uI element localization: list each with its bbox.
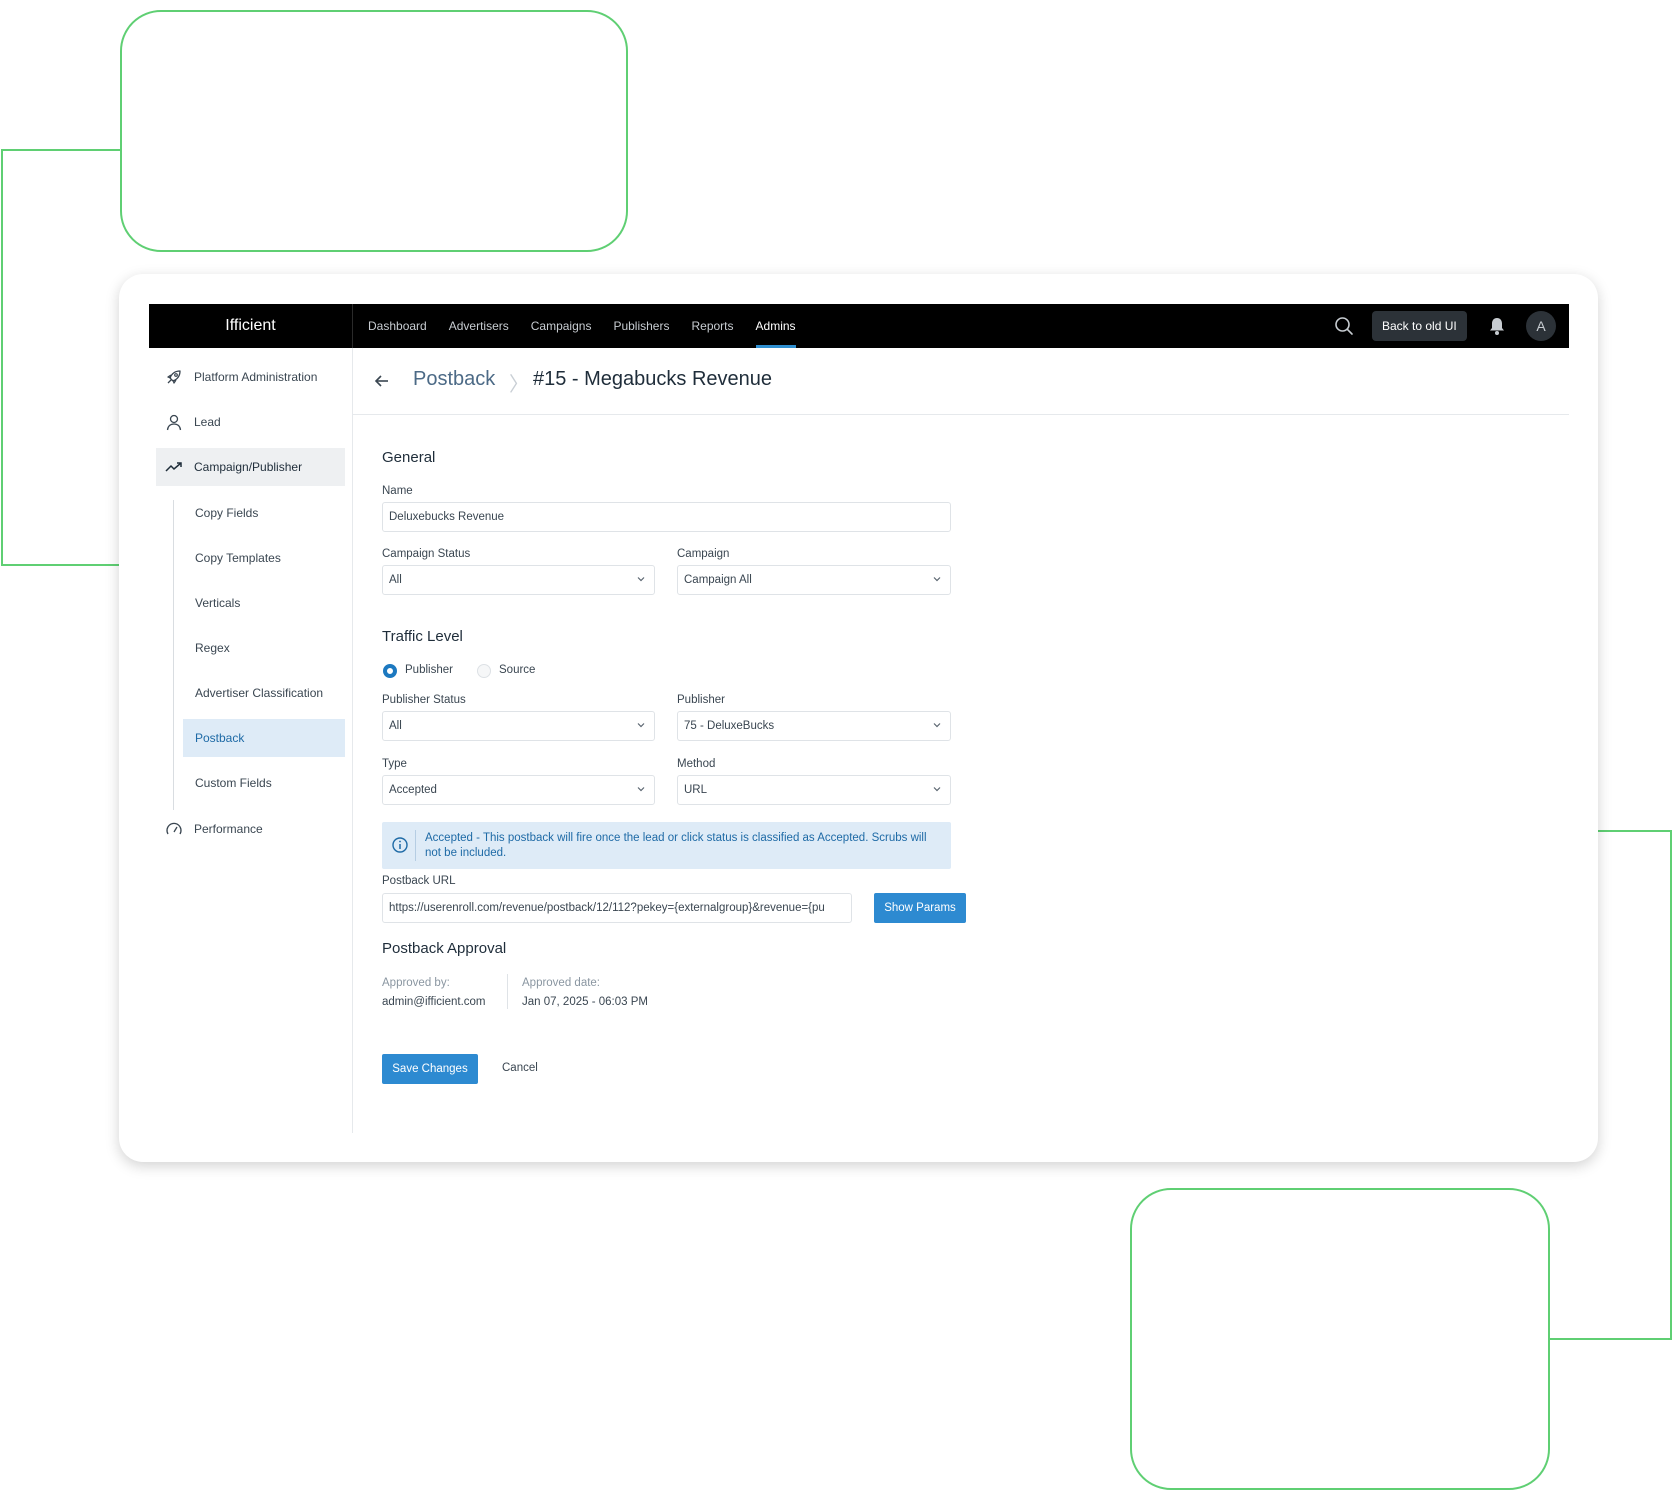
main-nav: Dashboard Advertisers Campaigns Publishe… <box>368 304 818 348</box>
select-value: Campaign All <box>684 574 752 586</box>
sidebar: Platform Administration Lead Campaign/Pu… <box>149 348 353 1133</box>
select-value: All <box>389 574 402 586</box>
info-icon <box>392 837 408 853</box>
nav-dashboard[interactable]: Dashboard <box>368 304 427 348</box>
approval-divider <box>507 974 508 1009</box>
sidebar-item-platform-administration[interactable]: Platform Administration <box>156 358 345 396</box>
approved-date-label: Approved date: <box>522 977 601 989</box>
chevron-down-icon <box>637 723 645 728</box>
info-alert: Accepted - This postback will fire once … <box>382 822 951 869</box>
brand-divider <box>352 304 353 348</box>
submenu-guide-line <box>173 500 174 810</box>
approved-by-value: admin@ifficient.com <box>382 996 486 1008</box>
sidebar-subitem-copy-templates[interactable]: Copy Templates <box>183 539 345 577</box>
gauge-icon <box>164 819 184 839</box>
radio-publisher-label[interactable]: Publisher <box>405 664 453 676</box>
sidebar-item-performance[interactable]: Performance <box>156 810 345 848</box>
sidebar-subitem-advertiser-classification[interactable]: Advertiser Classification <box>183 674 345 712</box>
sidebar-subitem-regex[interactable]: Regex <box>183 629 345 667</box>
publisher-status-label: Publisher Status <box>382 694 466 706</box>
top-navbar: Ifficient Dashboard Advertisers Campaign… <box>149 304 1569 348</box>
select-value: URL <box>684 784 708 796</box>
radio-source[interactable] <box>477 664 491 678</box>
bell-icon[interactable] <box>1488 316 1506 336</box>
sidebar-subitem-custom-fields[interactable]: Custom Fields <box>183 764 345 802</box>
sidebar-subitem-copy-fields[interactable]: Copy Fields <box>183 494 345 532</box>
campaign-label: Campaign <box>677 548 730 560</box>
show-params-button[interactable]: Show Params <box>874 893 966 923</box>
save-changes-button[interactable]: Save Changes <box>382 1054 478 1084</box>
arrow-left-icon[interactable] <box>373 372 391 390</box>
select-value: 75 - DeluxeBucks <box>684 720 775 732</box>
sidebar-subitem-verticals[interactable]: Verticals <box>183 584 345 622</box>
rocket-icon <box>164 367 184 387</box>
chevron-down-icon <box>933 787 941 792</box>
page-header: Postback 〉 #15 - Megabucks Revenue <box>353 348 1569 415</box>
select-value: All <box>389 720 402 732</box>
type-label: Type <box>382 758 407 770</box>
back-to-old-ui-button[interactable]: Back to old UI <box>1372 311 1467 341</box>
method-label: Method <box>677 758 716 770</box>
nav-admins[interactable]: Admins <box>755 304 796 348</box>
sidebar-item-label: Lead <box>194 415 221 429</box>
name-input[interactable]: Deluxebucks Revenue <box>382 502 951 532</box>
info-text: Accepted - This postback will fire once … <box>425 832 927 859</box>
publisher-status-select[interactable]: All <box>382 711 655 741</box>
chevron-down-icon <box>637 787 645 792</box>
cancel-button[interactable]: Cancel <box>502 1062 538 1074</box>
info-divider <box>415 830 416 861</box>
sidebar-item-label: Campaign/Publisher <box>194 460 303 474</box>
nav-publishers[interactable]: Publishers <box>613 304 669 348</box>
avatar[interactable]: A <box>1526 311 1556 341</box>
nav-campaigns[interactable]: Campaigns <box>531 304 592 348</box>
sidebar-item-campaign-publisher[interactable]: Campaign/Publisher <box>156 448 345 486</box>
radio-source-label[interactable]: Source <box>499 664 535 676</box>
page-title: #15 - Megabucks Revenue <box>533 368 773 390</box>
nav-reports[interactable]: Reports <box>691 304 733 348</box>
chevron-down-icon <box>637 577 645 582</box>
section-traffic-title: Traffic Level <box>382 628 463 645</box>
postback-url-input[interactable]: https://userenroll.com/revenue/postback/… <box>382 893 852 923</box>
radio-publisher[interactable] <box>383 664 397 678</box>
publisher-label: Publisher <box>677 694 725 706</box>
user-icon <box>164 412 184 432</box>
campaign-select[interactable]: Campaign All <box>677 565 951 595</box>
method-select[interactable]: URL <box>677 775 951 805</box>
sidebar-item-lead[interactable]: Lead <box>156 403 345 441</box>
breadcrumb-parent[interactable]: Postback <box>413 368 495 391</box>
brand-logo[interactable]: Ifficient <box>149 317 352 335</box>
sidebar-item-label: Platform Administration <box>194 370 318 384</box>
type-select[interactable]: Accepted <box>382 775 655 805</box>
publisher-select[interactable]: 75 - DeluxeBucks <box>677 711 951 741</box>
section-approval-title: Postback Approval <box>382 940 507 957</box>
name-label: Name <box>382 485 413 497</box>
nav-advertisers[interactable]: Advertisers <box>449 304 509 348</box>
breadcrumb-separator: 〉 <box>509 374 529 396</box>
search-icon[interactable] <box>1334 316 1354 336</box>
approved-by-label: Approved by: <box>382 977 450 989</box>
campaign-status-label: Campaign Status <box>382 548 471 560</box>
postback-url-label: Postback URL <box>382 875 456 887</box>
campaign-status-select[interactable]: All <box>382 565 655 595</box>
section-general-title: General <box>382 449 436 466</box>
chevron-down-icon <box>933 577 941 582</box>
sidebar-subitem-postback[interactable]: Postback <box>183 719 345 757</box>
sidebar-item-label: Performance <box>194 822 263 836</box>
chevron-down-icon <box>933 723 941 728</box>
select-value: Accepted <box>389 784 437 796</box>
trend-up-icon <box>164 457 184 477</box>
approved-date-value: Jan 07, 2025 - 06:03 PM <box>522 996 648 1008</box>
